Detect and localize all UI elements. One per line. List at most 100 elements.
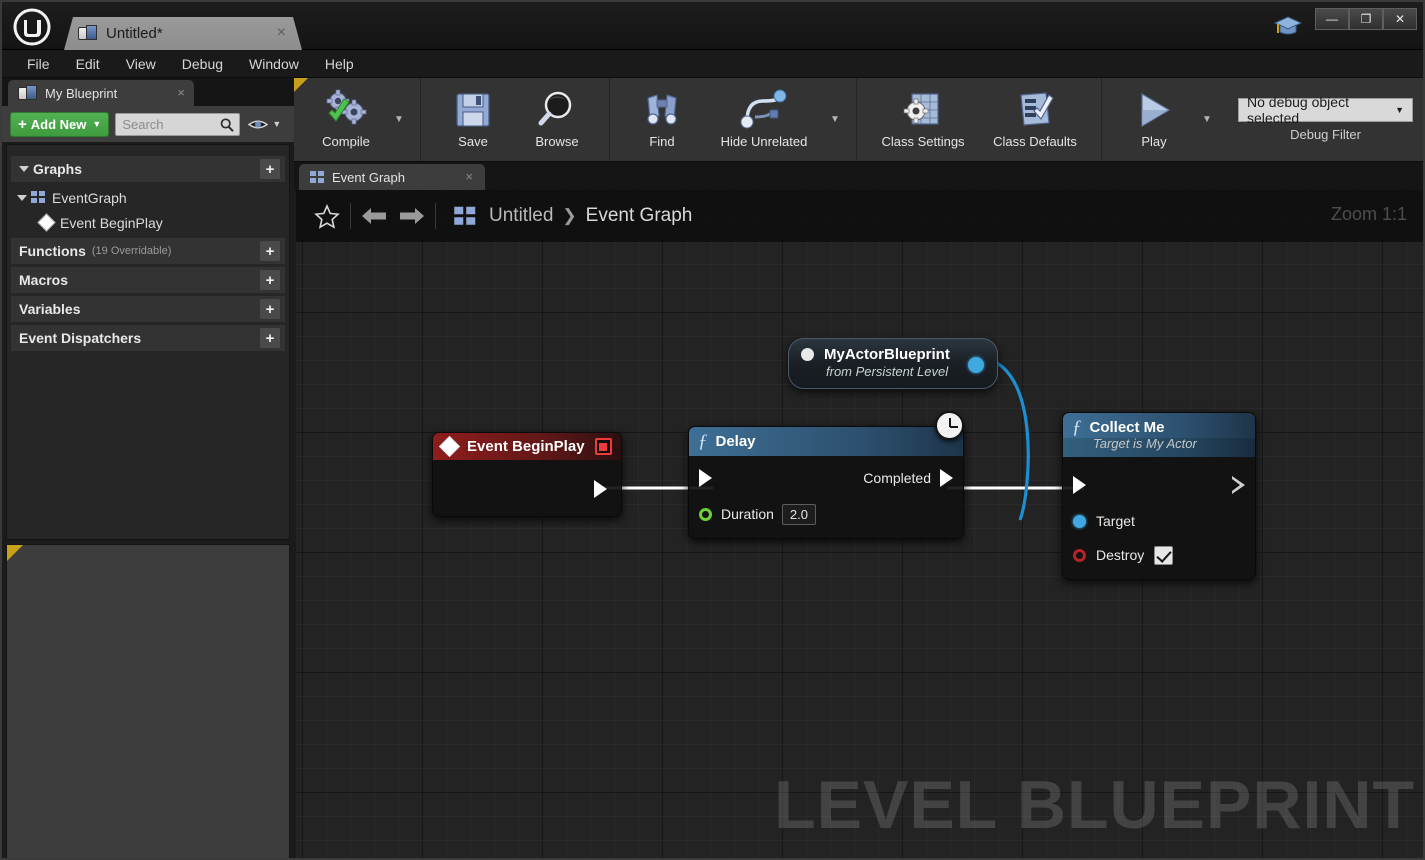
save-button-label: Save bbox=[458, 134, 488, 149]
breakpoint-stop-icon[interactable] bbox=[594, 438, 612, 455]
document-tab-close-icon[interactable]: × bbox=[277, 25, 286, 41]
play-button[interactable]: Play bbox=[1112, 78, 1196, 161]
window-minimize-button[interactable]: — bbox=[1315, 8, 1349, 30]
destroy-checkbox[interactable] bbox=[1154, 545, 1174, 565]
float-pin[interactable] bbox=[699, 507, 712, 521]
tree-category-variables-label: Variables bbox=[19, 301, 81, 317]
function-f-icon: ƒ bbox=[1072, 417, 1082, 438]
compile-button[interactable]: Compile bbox=[304, 78, 388, 161]
menu-item-debug[interactable]: Debug bbox=[169, 52, 236, 76]
search-input[interactable] bbox=[122, 116, 215, 132]
white-dot-pin[interactable] bbox=[801, 348, 814, 361]
toolbar-group-asset: Save Browse bbox=[421, 78, 610, 161]
exec-out-pin[interactable] bbox=[940, 469, 953, 487]
tab-event-graph-close-icon[interactable]: × bbox=[465, 169, 473, 184]
expander-triangle-icon[interactable] bbox=[19, 166, 29, 172]
debug-object-select-value: No debug object selected bbox=[1247, 93, 1349, 126]
menu-item-file[interactable]: File bbox=[14, 52, 63, 76]
node-body: ƒ Delay Completed Duration 2.0 bbox=[688, 426, 964, 539]
exec-in-pin[interactable] bbox=[1073, 476, 1086, 494]
blueprint-book-icon bbox=[18, 84, 38, 102]
tree-category-functions[interactable]: Functions (19 Overridable) + bbox=[11, 238, 285, 264]
add-macro-button[interactable]: + bbox=[260, 270, 280, 290]
graph-watermark: LEVEL BLUEPRINT bbox=[774, 767, 1415, 843]
plus-icon: + bbox=[18, 115, 27, 133]
node-title: Delay bbox=[715, 433, 756, 450]
unreal-logo-icon bbox=[10, 8, 54, 46]
back-arrow-icon[interactable] bbox=[355, 197, 393, 235]
duration-value-field[interactable]: 2.0 bbox=[781, 503, 816, 525]
breadcrumb-bar: Untitled ❯ Event Graph Zoom 1:1 bbox=[296, 190, 1423, 242]
menu-item-edit[interactable]: Edit bbox=[63, 52, 113, 76]
node-delay[interactable]: ƒ Delay Completed Duration 2.0 bbox=[688, 411, 964, 539]
browse-button-label: Browse bbox=[535, 134, 579, 149]
add-event-dispatcher-button[interactable]: + bbox=[260, 328, 280, 348]
node-body: MyActorBlueprint from Persistent Level bbox=[788, 338, 998, 389]
window-maximize-button[interactable]: ❐ bbox=[1349, 8, 1383, 30]
menu-item-view[interactable]: View bbox=[113, 52, 169, 76]
expander-triangle-icon[interactable] bbox=[17, 194, 27, 201]
favorite-star-icon[interactable] bbox=[308, 197, 346, 235]
exec-in-pin[interactable] bbox=[699, 469, 712, 487]
chevron-down-icon: ▼ bbox=[272, 119, 282, 129]
save-button[interactable]: Save bbox=[431, 78, 515, 161]
tree-item-eventgraph[interactable]: EventGraph bbox=[7, 185, 289, 210]
class-defaults-button-label: Class Defaults bbox=[993, 134, 1077, 149]
tree-item-event-beginplay[interactable]: Event BeginPlay bbox=[7, 210, 289, 235]
play-options-chevron-down-icon[interactable]: ▼ bbox=[1196, 78, 1218, 161]
class-settings-button-label: Class Settings bbox=[881, 134, 965, 149]
tree-category-event-dispatchers[interactable]: Event Dispatchers + bbox=[11, 325, 285, 351]
bool-pin[interactable] bbox=[1073, 548, 1086, 562]
tab-my-blueprint-close-icon[interactable]: × bbox=[177, 85, 185, 100]
menu-item-window[interactable]: Window bbox=[236, 52, 312, 76]
toolbar-group-class: Class Settings Class Defaults bbox=[857, 78, 1102, 161]
duration-pin-label: Duration bbox=[721, 506, 774, 522]
debug-filter-label: Debug Filter bbox=[1290, 126, 1361, 142]
compile-options-chevron-down-icon[interactable]: ▼ bbox=[388, 78, 410, 161]
node-myactorblueprint-reference[interactable]: MyActorBlueprint from Persistent Level bbox=[788, 338, 998, 389]
node-pin-rows: Completed Duration 2.0 bbox=[689, 456, 963, 538]
tree-category-macros[interactable]: Macros + bbox=[11, 267, 285, 293]
save-floppy-icon bbox=[452, 87, 494, 133]
exec-out-pin[interactable] bbox=[1232, 476, 1245, 494]
node-event-beginplay[interactable]: Event BeginPlay bbox=[432, 432, 622, 517]
class-defaults-button[interactable]: Class Defaults bbox=[979, 78, 1091, 161]
debug-object-select[interactable]: No debug object selected ▼ bbox=[1238, 94, 1413, 126]
graduation-cap-icon[interactable] bbox=[1273, 14, 1303, 38]
browse-button[interactable]: Browse bbox=[515, 78, 599, 161]
visibility-toggle-button[interactable]: ▼ bbox=[248, 118, 281, 131]
find-button[interactable]: Find bbox=[620, 78, 704, 161]
exec-out-pin[interactable] bbox=[594, 480, 607, 498]
window-close-button[interactable]: ✕ bbox=[1383, 8, 1417, 30]
add-new-button[interactable]: + Add New ▼ bbox=[10, 111, 110, 137]
add-variable-button[interactable]: + bbox=[260, 299, 280, 319]
tree-category-graphs[interactable]: Graphs + bbox=[11, 156, 285, 182]
exec-row: Completed bbox=[689, 464, 963, 492]
compile-button-label: Compile bbox=[322, 134, 370, 149]
details-panel bbox=[6, 544, 290, 858]
class-settings-button[interactable]: Class Settings bbox=[867, 78, 979, 161]
event-graph-icon bbox=[310, 170, 325, 184]
search-field-wrapper[interactable] bbox=[115, 112, 241, 136]
breadcrumb-current: Event Graph bbox=[585, 205, 693, 226]
node-title: Event BeginPlay bbox=[467, 438, 585, 455]
blue-object-output-pin[interactable] bbox=[968, 357, 984, 373]
tab-my-blueprint[interactable]: My Blueprint × bbox=[8, 80, 194, 106]
add-graph-button[interactable]: + bbox=[260, 159, 280, 179]
browse-magnifier-icon bbox=[536, 87, 578, 133]
forward-arrow-icon[interactable] bbox=[393, 197, 431, 235]
graph-tab-strip: Event Graph × bbox=[294, 162, 1423, 190]
hide-unrelated-button[interactable]: Hide Unrelated bbox=[704, 78, 824, 161]
hide-unrelated-options-chevron-down-icon[interactable]: ▼ bbox=[824, 78, 846, 161]
find-button-label: Find bbox=[649, 134, 675, 149]
tab-event-graph[interactable]: Event Graph × bbox=[299, 164, 485, 190]
menu-item-help[interactable]: Help bbox=[312, 52, 367, 76]
tree-category-variables[interactable]: Variables + bbox=[11, 296, 285, 322]
toolbar-group-search: Find Hide Unrelated ▼ bbox=[610, 78, 857, 161]
object-pin[interactable] bbox=[1073, 514, 1086, 528]
add-function-button[interactable]: + bbox=[260, 241, 280, 261]
blueprint-graph-canvas[interactable]: Untitled ❯ Event Graph Zoom 1:1 MyActorB… bbox=[296, 190, 1423, 858]
event-diamond-icon bbox=[438, 435, 461, 458]
node-collect-me[interactable]: ƒ Collect Me Target is My Actor Target D… bbox=[1062, 412, 1256, 580]
breadcrumb-root[interactable]: Untitled bbox=[489, 205, 553, 227]
